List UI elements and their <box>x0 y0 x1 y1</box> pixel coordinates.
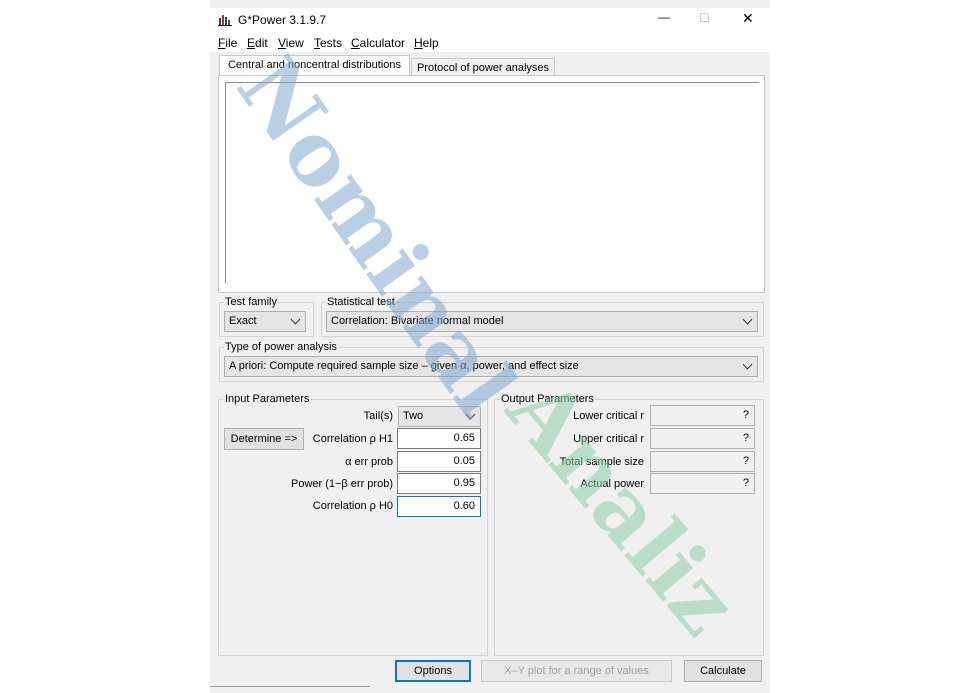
power-analysis-label: Type of power analysis <box>224 341 338 353</box>
calculate-button[interactable]: Calculate <box>684 660 762 682</box>
tails-select[interactable]: Two <box>398 406 481 427</box>
menu-help[interactable]: Help <box>414 36 439 50</box>
tails-value: Two <box>403 410 424 422</box>
menu-tests[interactable]: Tests <box>314 36 342 50</box>
corr-h0-label: Correlation ρ H0 <box>312 500 393 512</box>
statistical-test-value: Correlation: Bivariate normal model <box>331 315 504 327</box>
test-family-select[interactable]: Exact <box>224 311 306 332</box>
menu-file[interactable]: File <box>218 36 237 50</box>
output-parameters-title: Output Parameters <box>500 393 595 405</box>
options-button[interactable]: Options <box>395 660 471 682</box>
chevron-down-icon <box>465 409 476 420</box>
tails-label: Tail(s) <box>363 410 393 422</box>
actual-power-value: ? <box>650 473 755 494</box>
menu-view[interactable]: View <box>278 36 304 50</box>
upper-critical-r-label: Upper critical r <box>573 433 644 445</box>
power-input[interactable]: 0.95 <box>397 473 481 494</box>
statistical-test-label: Statistical test <box>326 296 396 308</box>
upper-critical-r-value: ? <box>650 428 755 449</box>
test-family-label: Test family <box>224 296 278 308</box>
chevron-down-icon <box>742 314 753 325</box>
window-bottom-border <box>210 686 370 687</box>
determine-button[interactable]: Determine => <box>224 428 304 450</box>
lower-critical-r-label: Lower critical r <box>573 410 644 422</box>
power-analysis-select[interactable]: A priori: Compute required sample size –… <box>224 356 758 377</box>
power-label: Power (1−β err prob) <box>290 478 393 490</box>
chevron-down-icon <box>742 359 753 370</box>
corr-h0-input[interactable]: 0.60 <box>397 496 481 517</box>
input-parameters-title: Input Parameters <box>224 393 311 405</box>
lower-critical-r-value: ? <box>650 405 755 426</box>
app-icon <box>218 12 232 26</box>
corr-h1-label: Correlation ρ H1 <box>312 433 393 445</box>
tab-protocol[interactable]: Protocol of power analyses <box>411 58 555 76</box>
distribution-plot-area <box>218 75 765 293</box>
menu-calculator[interactable]: Calculator <box>351 36 405 50</box>
tab-distributions[interactable]: Central and noncentral distributions <box>219 55 410 76</box>
alpha-label: α err prob <box>345 456 393 468</box>
chevron-down-icon <box>290 314 301 325</box>
maximize-button[interactable]: □ <box>700 9 708 25</box>
test-family-value: Exact <box>229 315 257 327</box>
total-sample-size-value: ? <box>650 451 755 472</box>
minimize-button[interactable]: — <box>658 10 670 24</box>
power-analysis-value: A priori: Compute required sample size –… <box>229 360 579 372</box>
corr-h1-input[interactable]: 0.65 <box>397 428 481 449</box>
alpha-input[interactable]: 0.05 <box>397 451 481 472</box>
xy-plot-button[interactable]: X–Y plot for a range of values <box>481 660 672 682</box>
total-sample-size-label: Total sample size <box>559 456 644 468</box>
menu-edit[interactable]: Edit <box>247 36 268 50</box>
close-button[interactable]: ✕ <box>742 10 754 27</box>
plot-axis <box>225 82 759 283</box>
statistical-test-select[interactable]: Correlation: Bivariate normal model <box>326 311 758 332</box>
actual-power-label: Actual power <box>580 478 644 490</box>
window-title: G*Power 3.1.9.7 <box>238 13 327 27</box>
